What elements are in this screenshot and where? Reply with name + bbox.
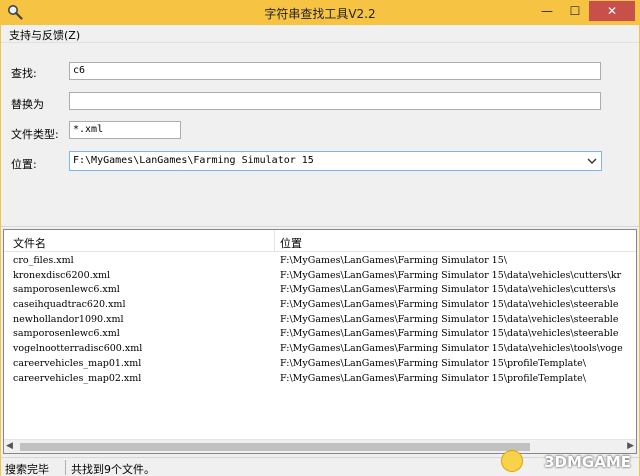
row-location: F:\MyGames\LanGames\Farming Simulator 15… <box>280 372 586 384</box>
status-state: 搜索完毕 <box>5 463 49 476</box>
results-header: 文件名 位置 <box>4 230 636 252</box>
row-filename: vogelnootterradisc600.xml <box>13 343 143 355</box>
watermark-logo <box>501 450 523 472</box>
maximize-button[interactable]: ☐ <box>561 1 589 21</box>
location-combobox[interactable]: F:\MyGames\LanGames\Farming Simulator 15 <box>69 151 602 171</box>
menu-bar: 支持与反馈(Z) <box>1 25 639 43</box>
scrollbar-thumb[interactable] <box>20 443 530 451</box>
row-location: F:\MyGames\LanGames\Farming Simulator 15… <box>280 343 623 355</box>
horizontal-scrollbar[interactable]: ◀ ▶ <box>4 439 636 453</box>
row-location: F:\MyGames\LanGames\Farming Simulator 15… <box>280 328 619 340</box>
location-value: F:\MyGames\LanGames\Farming Simulator 15 <box>73 155 314 166</box>
search-input[interactable]: c6 <box>69 62 601 80</box>
column-header-filename[interactable]: 文件名 <box>13 235 46 251</box>
row-location: F:\MyGames\LanGames\Farming Simulator 15… <box>280 255 507 266</box>
title-bar[interactable]: 字符串查找工具V2.2 — ☐ ✕ <box>1 1 639 25</box>
row-filename: careervehicles_map02.xml <box>13 372 142 384</box>
table-row[interactable]: samporosenlewc6.xml F:\MyGames\LanGames\F… <box>4 283 636 298</box>
row-filename: newhollandor1090.xml <box>13 313 124 325</box>
app-window: 字符串查找工具V2.2 — ☐ ✕ 支持与反馈(Z) 查找: c6 替换为 文件… <box>0 0 640 476</box>
replace-label: 替换为 <box>11 98 44 111</box>
table-row[interactable]: kronexdisc6200.xml F:\MyGames\LanGames\Fa… <box>4 269 636 284</box>
column-divider[interactable] <box>274 230 275 252</box>
table-row[interactable]: samporosenlewc6.xml F:\MyGames\LanGames\F… <box>4 327 636 342</box>
window-controls: — ☐ ✕ <box>533 1 635 21</box>
status-count: 共找到9个文件。 <box>71 463 155 476</box>
results-list[interactable]: 文件名 位置 cro_files.xml F:\MyGames\LanGames\… <box>3 229 637 454</box>
row-location: F:\MyGames\LanGames\Farming Simulator 15… <box>280 284 616 296</box>
table-row[interactable]: cro_files.xml F:\MyGames\LanGames\Farming… <box>4 254 636 269</box>
divider <box>1 226 639 227</box>
row-filename: cro_files.xml <box>13 255 74 266</box>
arrow-left-icon[interactable]: ◀ <box>6 441 13 451</box>
chevron-down-icon[interactable] <box>587 156 597 166</box>
row-location: F:\MyGames\LanGames\Farming Simulator 15… <box>280 313 619 325</box>
search-label: 查找: <box>11 67 37 80</box>
row-filename: caseihquadtrac620.xml <box>13 299 126 311</box>
menu-support-feedback[interactable]: 支持与反馈(Z) <box>9 27 80 43</box>
close-button[interactable]: ✕ <box>589 1 635 21</box>
row-filename: samporosenlewc6.xml <box>13 328 120 340</box>
row-filename: careervehicles_map01.xml <box>13 357 142 369</box>
arrow-right-icon[interactable]: ▶ <box>627 441 634 451</box>
minimize-button[interactable]: — <box>533 1 561 21</box>
results-rows: cro_files.xml F:\MyGames\LanGames\Farming… <box>4 254 636 386</box>
table-row[interactable]: careervehicles_map01.xml F:\MyGames\LanGa… <box>4 357 636 372</box>
row-location: F:\MyGames\LanGames\Farming Simulator 15… <box>280 269 622 281</box>
row-filename: kronexdisc6200.xml <box>13 269 111 281</box>
filetype-label: 文件类型: <box>11 128 59 141</box>
row-location: F:\MyGames\LanGames\Farming Simulator 15… <box>280 299 619 311</box>
watermark-text: 3DMGAME <box>544 453 631 471</box>
filetype-input[interactable]: *.xml <box>69 121 181 139</box>
column-header-location[interactable]: 位置 <box>280 235 302 251</box>
status-divider <box>65 460 66 475</box>
location-label: 位置: <box>11 158 37 171</box>
table-row[interactable]: vogelnootterradisc600.xml F:\MyGames\LanG… <box>4 342 636 357</box>
table-row[interactable]: newhollandor1090.xml F:\MyGames\LanGames\… <box>4 313 636 328</box>
replace-input[interactable] <box>69 92 601 110</box>
table-row[interactable]: careervehicles_map02.xml F:\MyGames\LanGa… <box>4 372 636 387</box>
row-filename: samporosenlewc6.xml <box>13 284 120 296</box>
row-location: F:\MyGames\LanGames\Farming Simulator 15… <box>280 357 586 369</box>
table-row[interactable]: caseihquadtrac620.xml F:\MyGames\LanGames… <box>4 298 636 313</box>
